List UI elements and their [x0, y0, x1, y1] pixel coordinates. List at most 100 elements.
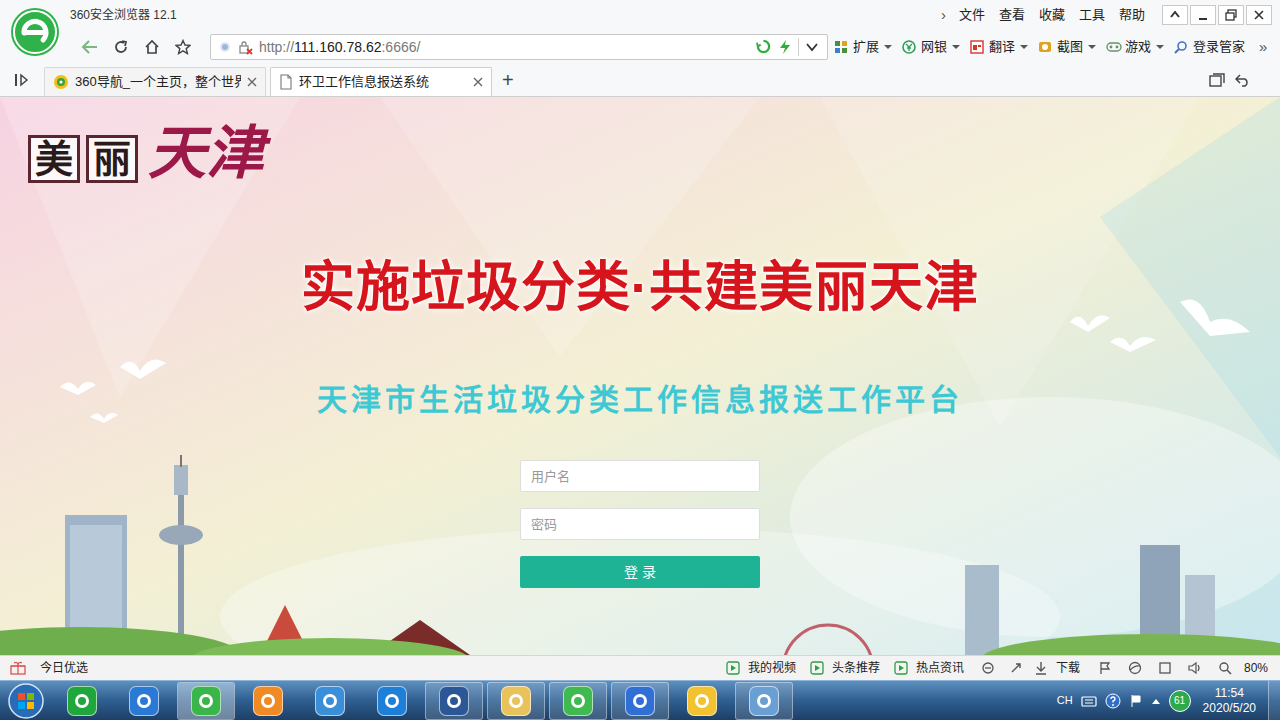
dropdown-caret[interactable] — [1088, 45, 1096, 49]
zoom-level[interactable]: 80% — [1244, 659, 1268, 677]
toolbar-more[interactable]: » — [1259, 36, 1267, 59]
zoom-icon[interactable] — [1214, 661, 1236, 675]
app-icon-glyph — [509, 694, 523, 708]
favorite-icon[interactable] — [167, 33, 198, 61]
help-icon[interactable] — [1105, 693, 1121, 709]
url-divider — [798, 38, 799, 56]
menu-item[interactable]: 收藏 — [1032, 5, 1072, 25]
username-input[interactable] — [520, 460, 760, 492]
taskbar-app[interactable] — [363, 682, 421, 720]
close-icon[interactable] — [1246, 5, 1272, 25]
daily-picks[interactable]: 今日优选 — [10, 659, 88, 677]
url-text[interactable]: http://111.160.78.62:6666/ — [259, 37, 420, 58]
taskbar: CH 61 11:542020/5/20 — [0, 680, 1280, 720]
toolbar-item-label: 游戏 — [1125, 37, 1151, 57]
toolbar-item[interactable]: 扩展 — [834, 37, 892, 57]
taskbar-app[interactable] — [673, 682, 731, 720]
home-icon[interactable] — [136, 33, 167, 61]
action-center-icon[interactable] — [1129, 694, 1143, 708]
undo-close-tab-icon[interactable] — [1230, 65, 1256, 95]
toolbar-item-label: 翻译 — [989, 37, 1015, 57]
sound-icon[interactable] — [1184, 661, 1206, 675]
download-icon — [1034, 661, 1048, 675]
menu-item[interactable]: 文件 — [952, 5, 992, 25]
taskbar-app[interactable] — [611, 682, 669, 720]
tab-close-icon[interactable] — [473, 77, 483, 87]
dropdown-caret[interactable] — [952, 45, 960, 49]
toolbar-item[interactable]: 游戏 — [1106, 37, 1164, 57]
taskbar-app[interactable] — [425, 682, 483, 720]
input-language[interactable]: CH — [1057, 692, 1073, 709]
menu-item[interactable]: 工具 — [1072, 5, 1112, 25]
back-icon[interactable] — [74, 33, 105, 61]
toolbar-item[interactable]: 登录管家 — [1174, 37, 1245, 57]
menu-bar: ›文件查看收藏工具帮助 — [935, 4, 1152, 27]
ie-mode-icon[interactable] — [1124, 661, 1146, 675]
page-content: 美丽天津实施垃圾分类·共建美丽天津天津市生活垃圾分类工作信息报送工作平台登 录 — [0, 97, 1280, 655]
dropdown-caret[interactable] — [1156, 45, 1164, 49]
compat-mode-icon[interactable] — [756, 39, 772, 55]
window-controls — [1162, 5, 1272, 25]
menu-toggle[interactable]: › — [935, 4, 952, 27]
refresh-icon[interactable] — [105, 33, 136, 61]
toolbar-item-label: 网银 — [921, 37, 947, 57]
address-field[interactable]: http://111.160.78.62:6666/ — [210, 34, 828, 60]
site-info-icon[interactable] — [219, 41, 231, 53]
sidebar-toggle-icon[interactable] — [0, 65, 44, 95]
dropdown-caret[interactable] — [1020, 45, 1028, 49]
show-hidden-icons-icon[interactable] — [1151, 697, 1161, 705]
browser-logo-icon[interactable] — [10, 7, 60, 57]
skin-icon[interactable] — [1162, 5, 1188, 25]
menu-item[interactable]: 帮助 — [1112, 5, 1152, 25]
tab-list-icon[interactable] — [1204, 65, 1230, 95]
status-item[interactable]: 热点资讯 — [916, 659, 964, 677]
start-button-icon[interactable] — [7, 682, 45, 720]
tab-close-icon[interactable] — [247, 77, 257, 87]
app-icon-glyph — [199, 694, 213, 708]
taskbar-app[interactable] — [487, 682, 545, 720]
new-tab-button[interactable]: + — [502, 70, 514, 90]
clock[interactable]: 11:542020/5/20 — [1199, 686, 1260, 716]
window-mode-icon[interactable] — [1154, 661, 1176, 675]
window-title: 360安全浏览器 12.1 — [70, 6, 177, 24]
feedback-icon[interactable] — [1094, 661, 1116, 675]
security-badge[interactable]: 61 — [1169, 690, 1191, 712]
minimize-icon[interactable] — [1190, 5, 1216, 25]
taskbar-app[interactable] — [115, 682, 173, 720]
restore-icon[interactable] — [1218, 5, 1244, 25]
history-dropdown-icon[interactable] — [805, 42, 819, 52]
login-column: 实施垃圾分类·共建美丽天津天津市生活垃圾分类工作信息报送工作平台登 录 — [0, 97, 1280, 588]
taskbar-app[interactable] — [177, 682, 235, 720]
speed-mode-icon[interactable] — [778, 39, 792, 55]
taskbar-app[interactable] — [301, 682, 359, 720]
header-rows: 360安全浏览器 12.1 ›文件查看收藏工具帮助 http://111.160.7… — [70, 0, 1280, 64]
app-icon — [191, 686, 221, 716]
menu-item[interactable]: 查看 — [992, 5, 1032, 25]
toolbar-item[interactable]: 网银 — [902, 37, 960, 57]
app-icon-glyph — [695, 694, 709, 708]
slogan-heading: 实施垃圾分类·共建美丽天津 — [301, 257, 980, 317]
login-button[interactable]: 登 录 — [520, 556, 760, 588]
app-icon-glyph — [633, 694, 647, 708]
app-icon-glyph — [75, 694, 89, 708]
accelerate-icon[interactable] — [1006, 661, 1026, 675]
taskbar-app[interactable] — [549, 682, 607, 720]
taskbar-app[interactable] — [239, 682, 297, 720]
taskbar-app[interactable] — [735, 682, 793, 720]
show-desktop-button[interactable] — [1268, 681, 1280, 720]
dropdown-caret[interactable] — [884, 45, 892, 49]
taskbar-app[interactable] — [53, 682, 111, 720]
status-item[interactable]: 头条推荐 — [832, 659, 880, 677]
keyboard-icon[interactable] — [1081, 695, 1097, 707]
app-icon-glyph — [385, 694, 399, 708]
toolbar-item[interactable]: 截图 — [1038, 37, 1096, 57]
logo-char-box: 美 — [28, 135, 80, 183]
toolbar-item[interactable]: 翻译 — [970, 37, 1028, 57]
browser-doctor-icon[interactable] — [978, 661, 998, 675]
address-row: http://111.160.78.62:6666/扩展 网银 翻译 截图 游戏 登录管家… — [70, 30, 1280, 64]
password-input[interactable] — [520, 508, 760, 540]
status-item[interactable]: 下载 — [1056, 659, 1080, 677]
browser-tab[interactable]: 360导航_一个主页，整个世界 — [44, 67, 266, 96]
browser-tab[interactable]: 环卫工作信息报送系统 — [270, 67, 492, 96]
status-item[interactable]: 我的视频 — [748, 659, 796, 677]
